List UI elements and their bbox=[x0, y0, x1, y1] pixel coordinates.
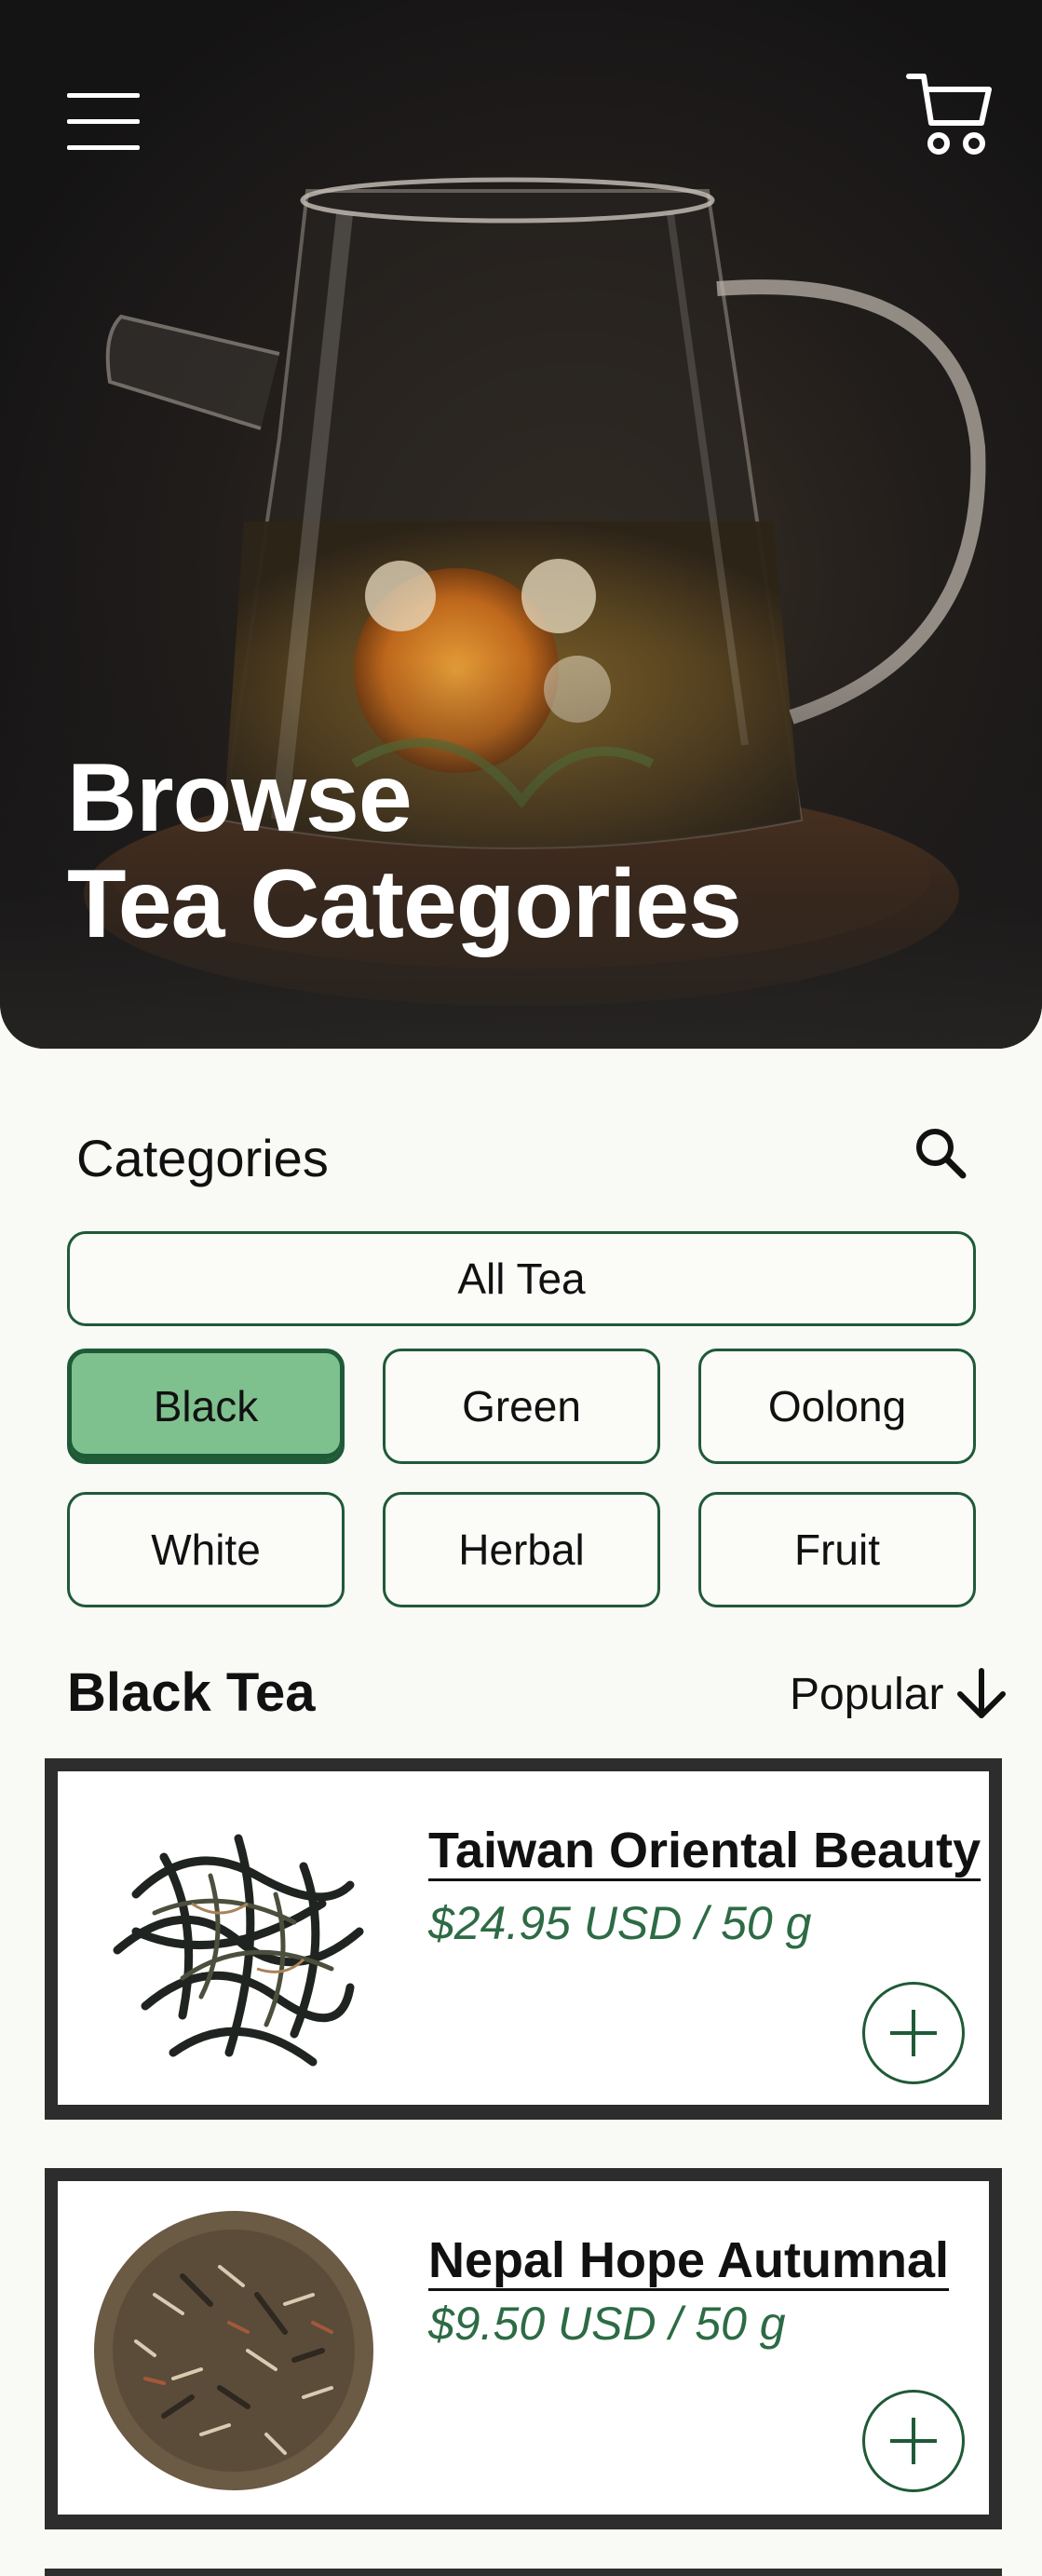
category-all-tea-button[interactable]: All Tea bbox=[67, 1231, 976, 1326]
product-image bbox=[113, 1834, 364, 2067]
section-title: Black Tea bbox=[67, 1662, 316, 1723]
product-image bbox=[94, 2211, 373, 2490]
add-to-cart-plus-icon[interactable] bbox=[862, 1982, 965, 2084]
category-white-button[interactable]: White bbox=[67, 1492, 345, 1607]
product-card[interactable]: Taiwan Oriental Beauty $24.95 USD / 50 g bbox=[45, 1758, 1002, 2120]
categories-heading: Categories bbox=[76, 1129, 329, 1187]
search-icon[interactable] bbox=[911, 1123, 972, 1185]
sort-label: Popular bbox=[790, 1669, 944, 1719]
product-price: $24.95 USD / 50 g bbox=[428, 1897, 812, 1949]
shopping-cart-icon[interactable] bbox=[903, 69, 995, 160]
product-name-link[interactable]: Nepal Hope Autumnal bbox=[428, 2231, 949, 2289]
product-price: $9.50 USD / 50 g bbox=[428, 2298, 786, 2350]
page-title-line-2: Tea Categories bbox=[67, 850, 742, 958]
add-to-cart-plus-icon[interactable] bbox=[862, 2390, 965, 2492]
category-herbal-button[interactable]: Herbal bbox=[383, 1492, 660, 1607]
page-title-line-1: Browse bbox=[67, 744, 413, 852]
product-name-link[interactable]: Taiwan Oriental Beauty bbox=[428, 1822, 981, 1879]
product-card[interactable]: Nepal Hope Autumnal $9.50 USD / 50 g bbox=[45, 2168, 1002, 2529]
category-green-button[interactable]: Green bbox=[383, 1349, 660, 1464]
next-product-card-edge bbox=[45, 2569, 1002, 2576]
page-title: Browse Tea Categories bbox=[67, 744, 742, 958]
hamburger-menu-icon[interactable] bbox=[61, 88, 145, 155]
hero-banner: Browse Tea Categories bbox=[0, 0, 1042, 1049]
sort-dropdown[interactable]: Popular bbox=[790, 1663, 1008, 1725]
category-black-button[interactable]: Black bbox=[67, 1349, 345, 1464]
category-oolong-button[interactable]: Oolong bbox=[698, 1349, 976, 1464]
category-fruit-button[interactable]: Fruit bbox=[698, 1492, 976, 1607]
arrow-down-icon bbox=[957, 1668, 1007, 1718]
